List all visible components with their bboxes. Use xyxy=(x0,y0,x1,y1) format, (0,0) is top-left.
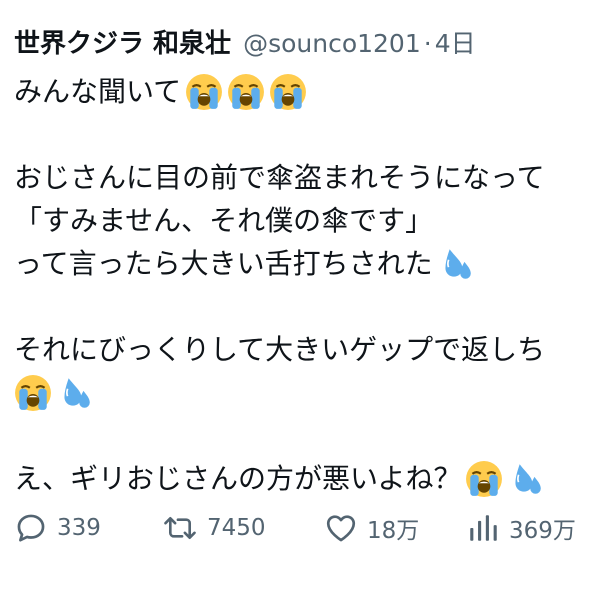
reply-icon xyxy=(14,511,48,545)
sweat-droplets-icon xyxy=(56,374,94,412)
retweet-button[interactable]: 7450 xyxy=(162,511,324,545)
loudly-crying-face-icon xyxy=(269,73,307,111)
views-bar-chart-icon xyxy=(466,511,500,545)
loudly-crying-face-icon xyxy=(185,73,223,111)
reply-count: 339 xyxy=(57,515,101,541)
text-segment: え、ギリおじさんの方が悪いよね？ xyxy=(14,462,462,495)
loudly-crying-face-icon xyxy=(14,374,52,412)
loudly-crying-face-icon xyxy=(465,460,503,498)
text-line: って言ったら大きい舌打ちされた xyxy=(14,242,594,285)
text-line xyxy=(14,371,594,414)
timestamp[interactable]: 4日 xyxy=(435,26,476,62)
text-segment: って言ったら大きい舌打ちされた xyxy=(14,247,433,280)
display-name[interactable]: 世界クジラ 和泉壮 xyxy=(14,26,231,62)
heart-icon xyxy=(324,511,358,545)
text-segment: みんな聞いて xyxy=(14,75,182,108)
sweat-droplets-icon xyxy=(507,460,545,498)
text-line: え、ギリおじさんの方が悪いよね？ xyxy=(14,457,594,500)
sweat-droplets-icon xyxy=(437,245,475,283)
user-handle[interactable]: @sounco1201 xyxy=(243,26,421,62)
loudly-crying-face-icon xyxy=(227,73,265,111)
text-segment: おじさんに目の前で傘盗まれそうになって xyxy=(14,161,545,194)
reply-button[interactable]: 339 xyxy=(14,511,162,545)
retweet-count: 7450 xyxy=(207,515,266,541)
tweet-action-bar: 339 7450 18万 369万 xyxy=(14,506,594,550)
tweet-header: 世界クジラ 和泉壮 @sounco1201 · 4日 xyxy=(14,26,476,62)
views-count: 369万 xyxy=(509,518,576,544)
text-line: おじさんに目の前で傘盗まれそうになって xyxy=(14,156,594,199)
separator-dot: · xyxy=(423,29,432,58)
tweet-text: みんな聞いて おじさんに目の前で傘盗まれそうになって 「すみません、それ僕の傘で… xyxy=(14,70,594,500)
text-segment: それにびっくりして大きいゲップで返しち xyxy=(14,333,546,366)
text-line: 「すみません、それ僕の傘です」 xyxy=(14,199,594,242)
text-segment: 「すみません、それ僕の傘です」 xyxy=(14,204,434,237)
views-button[interactable]: 369万 xyxy=(466,511,576,545)
text-line: みんな聞いて xyxy=(14,70,594,113)
like-button[interactable]: 18万 xyxy=(324,511,466,545)
retweet-icon xyxy=(162,511,198,545)
text-line: それにびっくりして大きいゲップで返しち xyxy=(14,328,594,371)
like-count: 18万 xyxy=(367,518,420,544)
tweet: 世界クジラ 和泉壮 @sounco1201 · 4日 みんな聞いて おじさんに目… xyxy=(0,0,600,600)
